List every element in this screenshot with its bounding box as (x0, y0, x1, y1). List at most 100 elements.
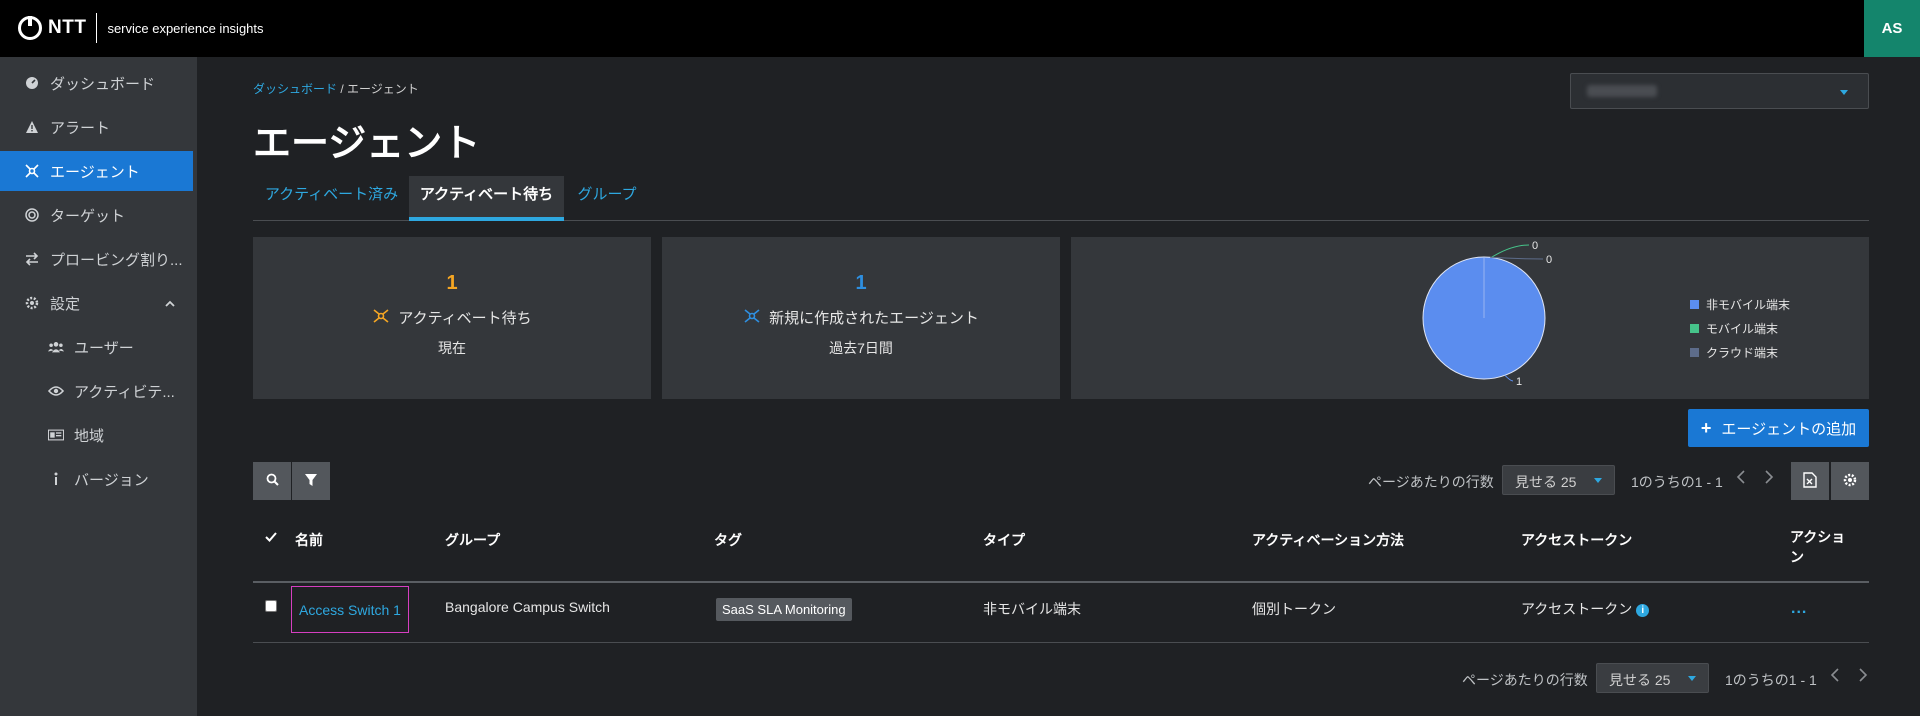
next-page-icon[interactable] (1764, 470, 1774, 489)
ntt-logo-icon (18, 16, 42, 40)
previous-page-icon[interactable] (1736, 470, 1746, 489)
chevron-up-icon[interactable] (165, 296, 175, 313)
sidebar-item-region[interactable]: 地域 (0, 415, 193, 455)
caret-down-icon (1840, 90, 1848, 95)
tab-activated[interactable]: アクティベート済み (253, 176, 410, 221)
legend-item-cloud[interactable]: クラウド端末 (1690, 340, 1790, 364)
sidebar-item-alerts[interactable]: アラート (0, 107, 193, 147)
column-header-name[interactable]: 名前 (295, 530, 323, 550)
search-button[interactable] (253, 462, 291, 500)
eye-icon (48, 383, 64, 399)
legend-label: モバイル端末 (1706, 321, 1779, 336)
column-header-tags[interactable]: タグ (714, 530, 742, 550)
add-agent-label: エージェントの追加 (1721, 420, 1857, 438)
rows-per-page-value: 見せる 25 (1515, 474, 1577, 490)
column-header-group[interactable]: グループ (445, 530, 500, 550)
tab-groups[interactable]: グループ (564, 176, 650, 221)
agent-icon (743, 308, 761, 328)
dashboard-icon (24, 75, 40, 91)
breadcrumb-current: エージェント (347, 82, 419, 96)
gear-icon (24, 295, 40, 311)
gear-icon (1843, 473, 1857, 490)
row-actions-menu[interactable]: ... (1791, 600, 1807, 618)
sidebar-item-label: エージェント (50, 163, 140, 181)
legend-label: クラウド端末 (1706, 345, 1779, 360)
target-icon (24, 207, 40, 223)
breadcrumb-separator: / (340, 82, 344, 96)
column-header-access-token[interactable]: アクセストークン (1521, 530, 1632, 550)
pending-label: アクティベート待ち (398, 310, 532, 327)
tab-pending-activation[interactable]: アクティベート待ち (409, 176, 564, 221)
legend-item-non-mobile[interactable]: 非モバイル端末 (1690, 292, 1790, 316)
table-row: Access Switch 1 Bangalore Campus Switch … (253, 584, 1869, 643)
legend-item-mobile[interactable]: モバイル端末 (1690, 316, 1790, 340)
sidebar-item-targets[interactable]: ターゲット (0, 195, 193, 235)
rows-per-page-select-bottom[interactable]: 見せる 25 (1596, 663, 1709, 693)
sidebar-item-label: 設定 (50, 295, 81, 313)
sidebar-item-users[interactable]: ユーザー (0, 327, 193, 367)
sidebar-item-probing[interactable]: プロービング割り... (0, 239, 193, 279)
pie-leader-line (1504, 374, 1514, 382)
chart-legend: 非モバイル端末 モバイル端末 クラウド端末 (1690, 292, 1790, 364)
column-header-actions: アクション (1790, 529, 1846, 565)
brand-name: NTT (48, 17, 87, 38)
export-excel-button[interactable] (1791, 462, 1829, 500)
search-icon (266, 473, 279, 489)
ntt-logo[interactable]: NTT service experience insights (18, 13, 264, 43)
table-settings-button[interactable] (1831, 462, 1869, 500)
column-header-type[interactable]: タイプ (983, 530, 1025, 550)
logo-divider (96, 13, 98, 43)
top-bar: NTT service experience insights AS (0, 0, 1920, 57)
pending-agents-card: 1 アクティベート待ち 現在 (253, 237, 651, 399)
sidebar-item-label: アラート (50, 119, 111, 137)
sidebar-item-label: アクティビテ... (74, 383, 175, 401)
pagination-range: 1のうちの1 - 1 (1631, 474, 1723, 490)
pending-period: 現在 (438, 340, 466, 356)
organization-select[interactable] (1570, 73, 1869, 109)
pagination-range-bottom: 1のうちの1 - 1 (1725, 672, 1817, 688)
row-checkbox[interactable] (265, 600, 277, 612)
legend-swatch (1690, 299, 1699, 309)
agent-type: 非モバイル端末 (983, 601, 1081, 617)
legend-label: 非モバイル端末 (1706, 297, 1791, 312)
column-header-activation-method[interactable]: アクティベーション方法 (1252, 530, 1404, 550)
agent-activation-method: 個別トークン (1252, 601, 1336, 617)
sidebar-item-version[interactable]: バージョン (0, 459, 193, 499)
new-agents-period: 過去7日間 (829, 340, 893, 356)
sidebar-item-agents[interactable]: エージェント (0, 151, 193, 191)
device-type-pie-chart: 00 1 (1422, 240, 1552, 388)
info-icon[interactable]: i (1636, 603, 1650, 617)
pie-leader-line (1491, 244, 1530, 258)
caret-down-icon (1688, 676, 1696, 681)
sidebar-item-activity[interactable]: アクティビテ... (0, 371, 193, 411)
previous-page-icon[interactable] (1830, 668, 1840, 687)
filter-button[interactable] (292, 462, 330, 500)
sidebar-item-dashboard[interactable]: ダッシュボード (0, 63, 193, 103)
user-avatar[interactable]: AS (1864, 0, 1920, 57)
select-all-checkmark-icon[interactable] (265, 530, 277, 546)
legend-swatch (1690, 347, 1699, 357)
plus-icon: + (1700, 417, 1712, 438)
legend-swatch (1690, 323, 1699, 333)
sidebar-item-label: バージョン (74, 471, 149, 489)
users-icon (48, 339, 64, 355)
brand-subtitle: service experience insights (107, 20, 264, 36)
sidebar: ダッシュボード アラート エージェント ターゲット プロービング割り... 設定 (0, 57, 197, 716)
page-title: エージェント (253, 123, 481, 165)
info-icon (48, 471, 64, 487)
new-agents-card: 1 新規に作成されたエージェント 過去7日間 (662, 237, 1060, 399)
sidebar-item-settings[interactable]: 設定 (0, 283, 193, 323)
agent-name-link[interactable]: Access Switch 1 (291, 586, 409, 633)
next-page-icon[interactable] (1858, 668, 1868, 687)
rows-per-page-value: 見せる 25 (1609, 672, 1671, 688)
rows-per-page-label: ページあたりの行数 (1368, 474, 1494, 490)
rows-per-page-select[interactable]: 見せる 25 (1502, 465, 1615, 495)
filter-icon (305, 473, 317, 489)
pie-data-label: 1 (1516, 376, 1522, 388)
sidebar-item-label: ユーザー (74, 339, 134, 357)
sidebar-item-label: 地域 (74, 427, 105, 445)
add-agent-button[interactable]: + エージェントの追加 (1688, 409, 1869, 447)
organization-name-redacted (1587, 85, 1657, 97)
breadcrumb-dashboard-link[interactable]: ダッシュボード (253, 82, 337, 96)
pie-data-label: 0 (1546, 254, 1552, 266)
